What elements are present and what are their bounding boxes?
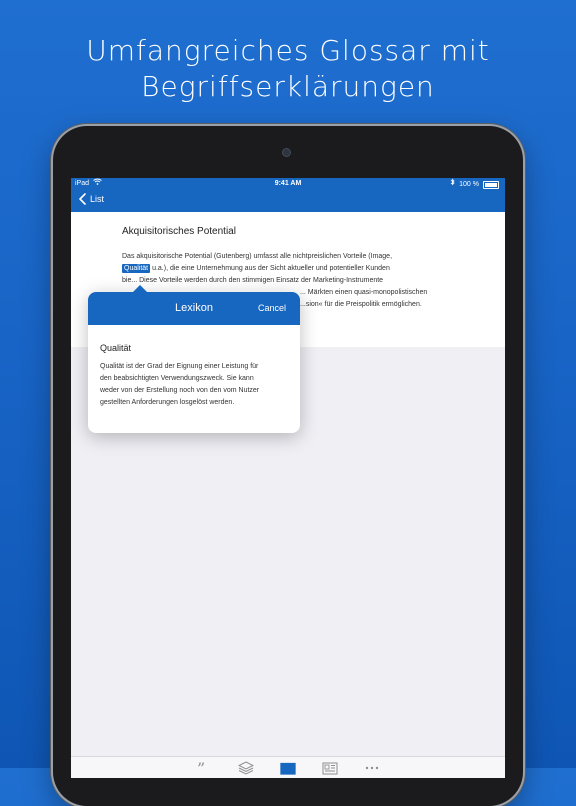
glossary-term-link[interactable]: Qualität: [122, 264, 151, 273]
article-line-2-rest: u.a.), die eine Unternehmung aus der Sic…: [150, 265, 390, 272]
definition-line-4: gestellten Anforderungen losgelöst werde…: [100, 399, 235, 406]
book-icon[interactable]: [280, 760, 296, 776]
newspaper-icon[interactable]: [322, 760, 338, 776]
article-line-1: Das akquisitorische Potential (Gutenberg…: [122, 253, 393, 260]
status-time: 9:41 AM: [274, 180, 302, 187]
layers-icon[interactable]: [238, 760, 254, 776]
back-button[interactable]: List: [79, 193, 104, 205]
promo-headline: Umfangreiches Glossar mit Begriffserklär…: [0, 33, 576, 105]
promo-headline-line2: Begriffserklärungen: [141, 70, 435, 103]
ipad-device-frame: iPad 9:41 AM 100 % List Akquisitorisches…: [53, 126, 523, 806]
definition-line-1: Qualität ist der Grad der Eignung einer …: [100, 363, 259, 370]
quote-icon[interactable]: ”: [196, 760, 212, 776]
chevron-left-icon: [79, 193, 86, 205]
article-line-3: bie... Diese Vorteile werden durch den s…: [122, 277, 384, 284]
more-icon[interactable]: [364, 760, 380, 776]
popover-header: Lexikon Cancel: [88, 292, 300, 325]
battery-percent: 100 %: [459, 180, 479, 188]
definition-line-2: den beabsichtigten Verwendungszweck. Sie…: [100, 375, 254, 382]
camera-icon: [283, 149, 290, 156]
app-screen: iPad 9:41 AM 100 % List Akquisitorisches…: [71, 178, 505, 778]
battery-icon: [483, 180, 499, 189]
navigation-bar: List: [71, 190, 505, 212]
glossary-term-title: Qualität: [100, 343, 132, 353]
lexikon-popover: Lexikon Cancel Qualität Qualität ist der…: [88, 285, 300, 433]
glossary-definition: Qualität ist der Grad der Eignung einer …: [100, 361, 295, 409]
cancel-button[interactable]: Cancel: [258, 303, 286, 313]
tab-bar: ”: [71, 756, 505, 778]
promo-headline-line1: Umfangreiches Glossar mit: [86, 34, 490, 67]
back-button-label: List: [90, 194, 105, 204]
status-bar: iPad 9:41 AM 100 %: [71, 178, 505, 190]
article-line-2: Qualität u.a.), die eine Unternehmung au…: [122, 263, 452, 275]
article-title: Akquisitorisches Potential: [122, 226, 236, 237]
svg-text:”: ”: [197, 762, 205, 774]
definition-line-3: weder von der Erstellung noch von den vo…: [100, 387, 260, 394]
